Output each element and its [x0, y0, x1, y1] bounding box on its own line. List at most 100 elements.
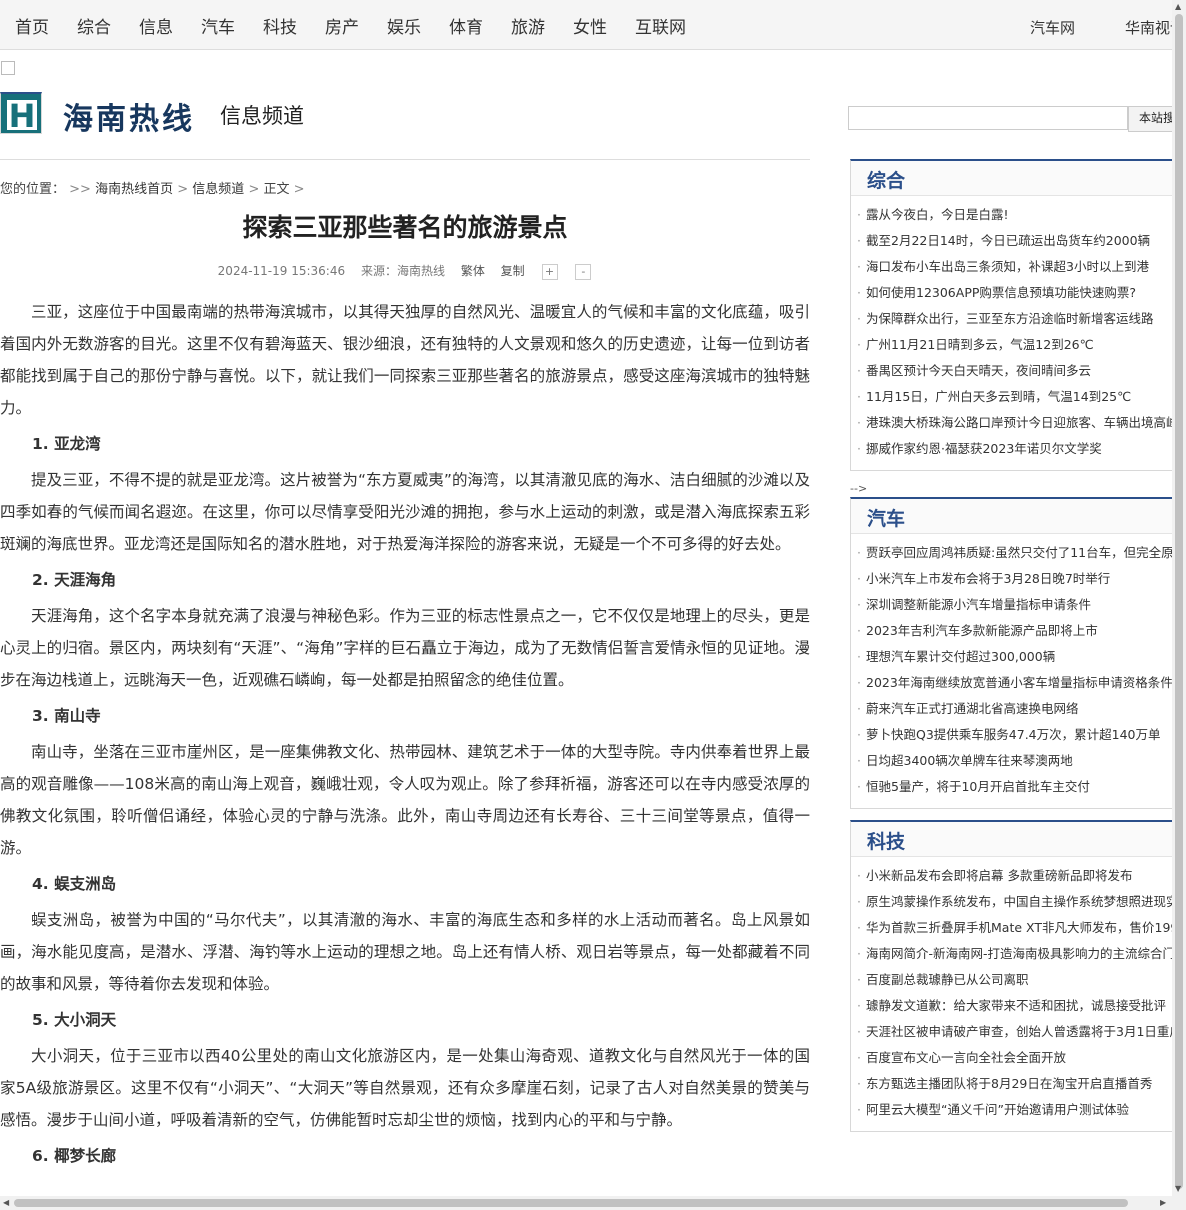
news-item[interactable]: 天涯社区被申请破产审查，创始人曾透露将于3月1日重启	[851, 1019, 1186, 1045]
news-item[interactable]: 理想汽车累计交付超过300,000辆	[851, 644, 1186, 670]
nav-home[interactable]: 首页	[15, 13, 49, 38]
article-body: 三亚，这座位于中国最南端的热带海滨城市，以其得天独厚的自然风光、温暖宜人的气候和…	[0, 296, 810, 1210]
source-label: 来源：	[360, 264, 397, 278]
nav-qiche-net[interactable]: 汽车网	[1030, 17, 1075, 38]
copy-button[interactable]: 复制	[501, 264, 525, 278]
nav-xinxi[interactable]: 信息	[139, 13, 173, 38]
news-list: 露从今夜白，今日是白露! 截至2月22日14时，今日已疏运出岛货车约2000辆 …	[851, 196, 1186, 462]
news-item[interactable]: 小米新品发布会即将启幕 多款重磅新品即将发布	[851, 863, 1186, 889]
news-item[interactable]: 港珠澳大桥珠海公路口岸预计今日迎旅客、车辆出境高峰	[851, 410, 1186, 436]
horizontal-scroll-thumb[interactable]	[14, 1199, 1128, 1207]
news-item[interactable]: 蔚来汽车正式打通湖北省高速换电网络	[851, 696, 1186, 722]
article-date: 2024-11-19 15:36:46	[217, 264, 346, 278]
news-item[interactable]: 如何使用12306APP购票信息预填功能快速购票?	[851, 280, 1186, 306]
stray-text: -->	[850, 482, 868, 495]
broken-image	[1, 61, 15, 75]
breadcrumb-label: 您的位置：	[0, 182, 66, 197]
scroll-down-icon[interactable]: ▼	[1175, 1184, 1181, 1193]
breadcrumb-gt: >	[248, 182, 260, 197]
top-navigation: 首页 综合 信息 汽车 科技 房产 娱乐 体育 旅游 女性 互联网 汽车网 华南…	[0, 0, 1172, 50]
news-item[interactable]: 番禺区预计今天白天晴天，夜间晴间多云	[851, 358, 1186, 384]
news-item[interactable]: 海口发布小车出岛三条须知，补课超3小时以上到港	[851, 254, 1186, 280]
news-item[interactable]: 阿里云大模型“通义千问”开始邀请用户测试体验	[851, 1097, 1186, 1123]
nav-yule[interactable]: 娱乐	[387, 13, 421, 38]
breadcrumb-channel[interactable]: 信息频道	[192, 182, 244, 197]
nav-hulianwang[interactable]: 互联网	[635, 13, 686, 38]
source-name: 海南热线	[396, 264, 445, 278]
nav-fangchan[interactable]: 房产	[325, 13, 359, 38]
box-header: 汽车	[851, 499, 1186, 534]
traditional-button[interactable]: 繁体	[461, 264, 485, 278]
news-item[interactable]: 百度副总裁璩静已从公司离职	[851, 967, 1186, 993]
breadcrumb-gt: >	[177, 182, 189, 197]
search-input[interactable]	[848, 106, 1128, 130]
news-item[interactable]: 广州11月21日晴到多云，气温12到26℃	[851, 332, 1186, 358]
nav-lvyou[interactable]: 旅游	[511, 13, 545, 38]
news-item[interactable]: 东方甄选主播团队将于8月29日在淘宝开启直播首秀	[851, 1071, 1186, 1097]
section-heading: 3. 南山寺	[32, 707, 101, 725]
scroll-up-icon[interactable]: ▲	[1175, 2, 1181, 11]
scroll-left-icon[interactable]: ◀	[3, 1198, 9, 1207]
news-list: 贾跃亭回应周鸿祎质疑:虽然只交付了11台车，但完全原创 小米汽车上市发布会将于3…	[851, 534, 1186, 800]
news-item[interactable]: 挪威作家约恩·福瑟获2023年诺贝尔文学奖	[851, 436, 1186, 462]
news-item[interactable]: 小米汽车上市发布会将于3月28日晚7时举行	[851, 566, 1186, 592]
font-decrease-button[interactable]: -	[575, 264, 592, 280]
breadcrumb-sep: >>	[69, 182, 91, 197]
section-body: 南山寺，坐落在三亚市崖州区，是一座集佛教文化、热带园林、建筑艺术于一体的大型寺院…	[0, 743, 810, 857]
news-item[interactable]: 璩静发文道歉：给大家带来不适和困扰，诚恳接受批评	[851, 993, 1186, 1019]
news-item[interactable]: 为保障群众出行，三亚至东方沿途临时新增客运线路	[851, 306, 1186, 332]
section-body: 大小洞天，位于三亚市以西40公里处的南山文化旅游区内，是一处集山海奇观、道教文化…	[0, 1047, 810, 1129]
news-item[interactable]: 恒驰5量产，将于10月开启首批车主交付	[851, 774, 1186, 800]
breadcrumb-gt: >	[293, 182, 305, 197]
section-heading: 4. 蜈支洲岛	[32, 875, 117, 893]
box-title[interactable]: 汽车	[867, 504, 905, 531]
news-item[interactable]: 日均超3400辆次单牌车往来琴澳两地	[851, 748, 1186, 774]
news-item[interactable]: 深圳调整新能源小汽车增量指标申请条件	[851, 592, 1186, 618]
logo-name: 海南热线	[63, 102, 195, 137]
news-item[interactable]: 海南网简介-新海南网-打造海南极具影响力的主流综合门户	[851, 941, 1186, 967]
section-heading: 5. 大小洞天	[32, 1011, 117, 1029]
section-heading: 1. 亚龙湾	[32, 435, 101, 453]
sidebar-box-zonghe: 综合 露从今夜白，今日是白露! 截至2月22日14时，今日已疏运出岛货车约200…	[850, 159, 1186, 471]
breadcrumb-home[interactable]: 海南热线首页	[95, 182, 173, 197]
section-heading: 2. 天涯海角	[32, 571, 117, 589]
news-item[interactable]: 2023年吉利汽车多款新能源产品即将上市	[851, 618, 1186, 644]
nav-huanan-video[interactable]: 华南视讯	[1125, 17, 1172, 38]
news-item[interactable]: 截至2月22日14时，今日已疏运出岛货车约2000辆	[851, 228, 1186, 254]
logo-mark	[0, 92, 43, 135]
source: 来源：海南热线	[361, 264, 445, 278]
nav-zonghe[interactable]: 综合	[77, 13, 111, 38]
scroll-right-icon[interactable]: ▶	[1160, 1198, 1166, 1207]
search-button[interactable]: 本站搜索	[1128, 106, 1178, 132]
news-item[interactable]: 原生鸿蒙操作系统发布，中国自主操作系统梦想照进现实	[851, 889, 1186, 915]
breadcrumb-current: 正文	[263, 182, 290, 197]
nav-nvxing[interactable]: 女性	[573, 13, 607, 38]
news-item[interactable]: 11月15日，广州白天多云到晴，气温14到25℃	[851, 384, 1186, 410]
section-heading: 6. 椰梦长廊	[32, 1147, 117, 1165]
box-title[interactable]: 科技	[867, 827, 905, 854]
nav-tiyu[interactable]: 体育	[449, 13, 483, 38]
font-increase-button[interactable]: +	[541, 264, 558, 280]
breadcrumb: 您的位置： >> 海南热线首页 > 信息频道 > 正文 >	[0, 178, 305, 197]
vertical-scrollbar[interactable]: ▲ ▼	[1172, 0, 1186, 1210]
vertical-scroll-thumb[interactable]	[1175, 14, 1183, 1189]
news-item[interactable]: 2023年海南继续放宽普通小客车增量指标申请资格条件	[851, 670, 1186, 696]
channel-name: 信息频道	[220, 104, 304, 128]
horizontal-scrollbar[interactable]: ◀ ▶	[0, 1196, 1172, 1210]
news-item[interactable]: 华为首款三折叠屏手机Mate XT非凡大师发布，售价19999元起	[851, 915, 1186, 941]
sidebar-box-qiche: 汽车 贾跃亭回应周鸿祎质疑:虽然只交付了11台车，但完全原创 小米汽车上市发布会…	[850, 497, 1186, 809]
section-body: 提及三亚，不得不提的就是亚龙湾。这片被誉为“东方夏威夷”的海湾，以其清澈见底的海…	[0, 471, 810, 553]
news-item[interactable]: 萝卜快跑Q3提供乘车服务47.4万次，累计超140万单	[851, 722, 1186, 748]
article-meta: 2024-11-19 15:36:46 来源：海南热线 繁体 复制 + -	[0, 262, 810, 280]
news-item[interactable]: 露从今夜白，今日是白露!	[851, 202, 1186, 228]
nav-qiche[interactable]: 汽车	[201, 13, 235, 38]
news-list: 小米新品发布会即将启幕 多款重磅新品即将发布 原生鸿蒙操作系统发布，中国自主操作…	[851, 857, 1186, 1123]
news-item[interactable]: 百度宣布文心一言向全社会全面开放	[851, 1045, 1186, 1071]
sidebar-box-keji: 科技 小米新品发布会即将启幕 多款重磅新品即将发布 原生鸿蒙操作系统发布，中国自…	[850, 820, 1186, 1132]
article-intro: 三亚，这座位于中国最南端的热带海滨城市，以其得天独厚的自然风光、温暖宜人的气候和…	[0, 303, 810, 417]
news-item[interactable]: 贾跃亭回应周鸿祎质疑:虽然只交付了11台车，但完全原创	[851, 540, 1186, 566]
box-header: 科技	[851, 822, 1186, 857]
box-title[interactable]: 综合	[867, 166, 905, 193]
box-header: 综合	[851, 161, 1186, 196]
nav-keji[interactable]: 科技	[263, 13, 297, 38]
